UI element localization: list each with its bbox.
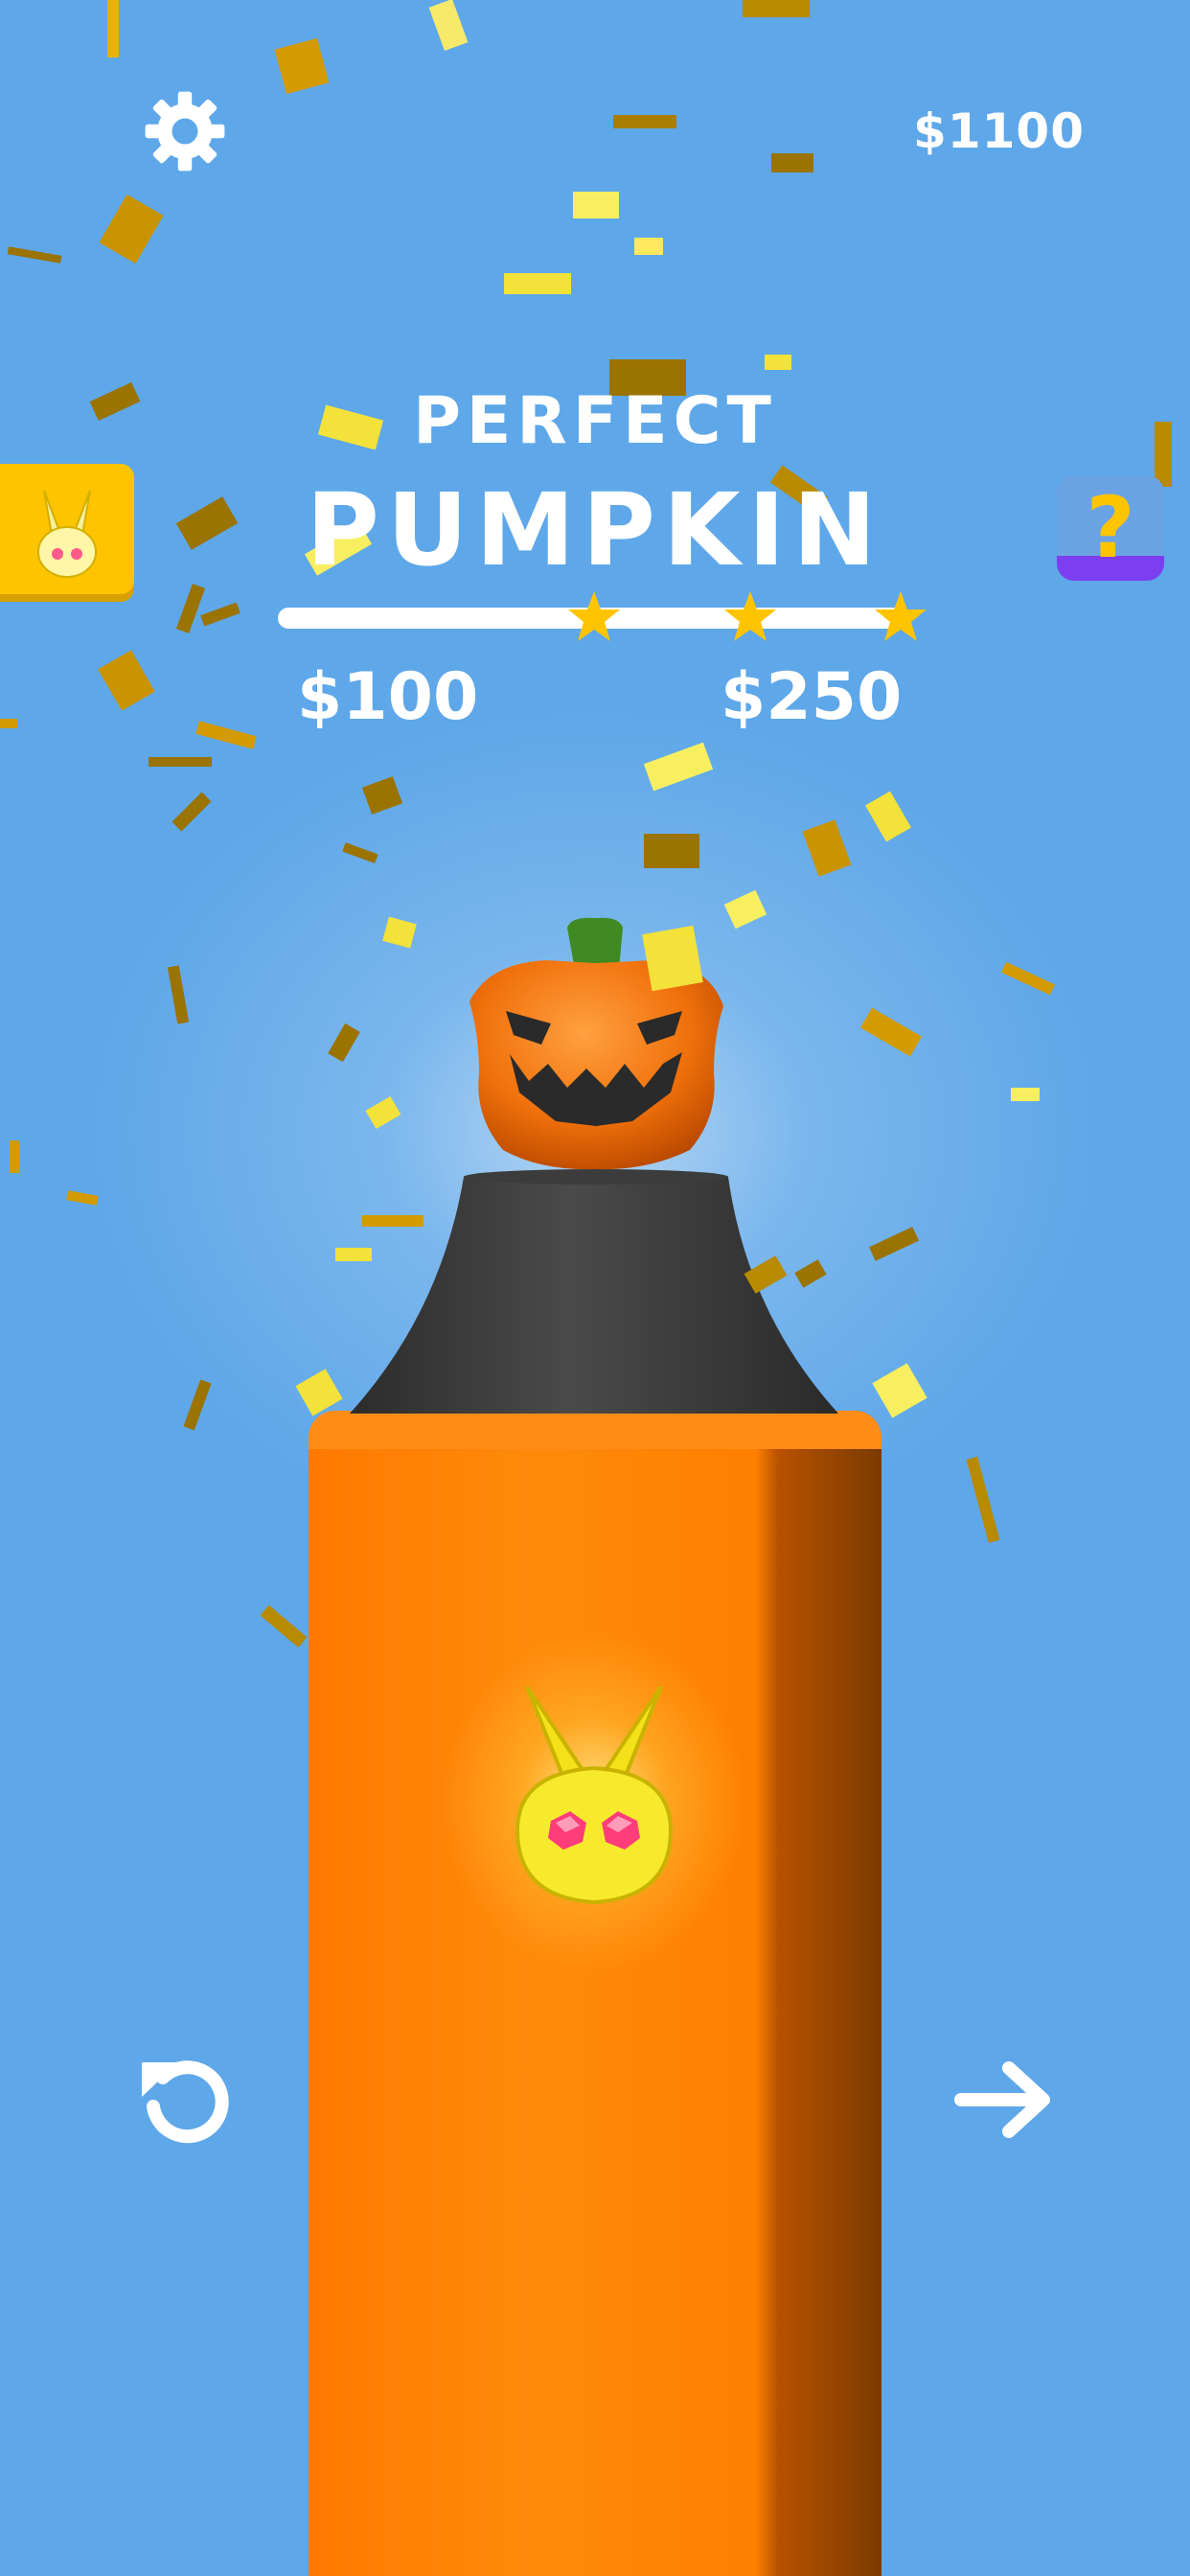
bunny-emblem-icon	[515, 1685, 674, 1905]
level-title: PUMPKIN	[306, 472, 884, 588]
reward-amount-1: $100	[297, 659, 479, 735]
star-icon	[568, 591, 620, 641]
star-icon	[875, 591, 927, 641]
restart-button[interactable]	[134, 2049, 236, 2150]
next-level-button[interactable]	[953, 2058, 1055, 2141]
help-button[interactable]: ?	[1057, 475, 1164, 581]
bunny-icon	[37, 490, 97, 578]
pumpkin-on-stand	[350, 917, 838, 1414]
star-icon	[724, 591, 776, 641]
bunny-skins-button[interactable]	[0, 464, 134, 594]
reward-amount-2: $250	[721, 659, 903, 735]
level-title-prefix: PERFECT	[413, 383, 777, 459]
settings-gear-icon[interactable]	[142, 88, 228, 174]
restart-icon	[142, 2062, 178, 2097]
orange-pillar	[309, 1411, 881, 2576]
question-mark-icon: ?	[1086, 478, 1135, 577]
money-counter: $1100	[913, 104, 1085, 159]
